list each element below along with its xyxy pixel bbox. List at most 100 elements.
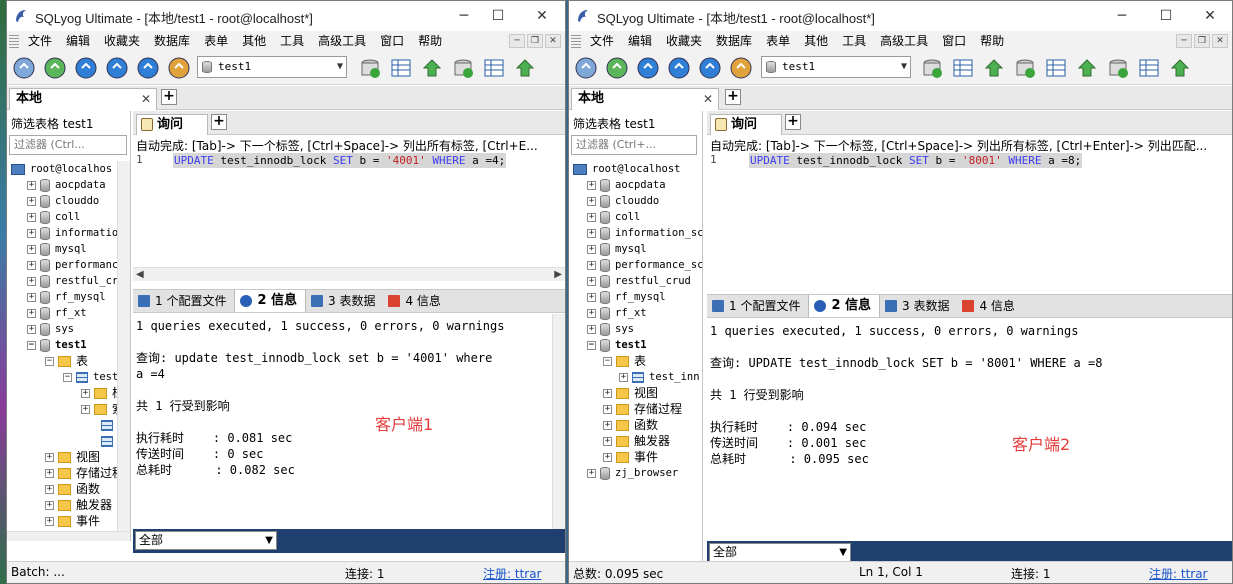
menu-item[interactable]: 收藏夹 — [659, 31, 709, 51]
object-tree-vscrollbar[interactable] — [117, 161, 130, 531]
expand-icon[interactable]: + — [45, 469, 54, 478]
sql-statement[interactable]: UPDATE test_innodb_lock SET b = '8001' W… — [749, 153, 1083, 168]
result-tab[interactable]: 3 表数据 — [306, 290, 383, 312]
toolbar-button-icon[interactable] — [697, 55, 723, 81]
expand-icon[interactable]: + — [587, 228, 596, 238]
tree-node[interactable]: + 事件 — [603, 449, 658, 465]
title-bar[interactable]: SQLyog Ultimate - [本地/test1 - root@local… — [7, 1, 565, 31]
mdi-close-button[interactable]: ✕ — [545, 34, 561, 48]
result-filter-select[interactable]: 全部 ▼ — [135, 531, 277, 550]
close-tab-icon[interactable]: ✕ — [703, 89, 713, 109]
toolbar-button-icon[interactable] — [1074, 55, 1100, 81]
tree-node[interactable]: + coll — [27, 209, 80, 225]
result-tab[interactable]: 1 个配置文件 — [133, 290, 234, 312]
toolbar-button-icon[interactable] — [950, 55, 976, 81]
expand-icon[interactable]: + — [587, 180, 596, 190]
menu-item[interactable]: 其他 — [797, 31, 835, 51]
expand-icon[interactable]: + — [27, 324, 36, 334]
tree-node[interactable]: + performanc — [27, 257, 118, 273]
database-select[interactable]: test1 ▼ — [761, 56, 911, 78]
tree-node[interactable]: + test_inn — [619, 369, 700, 385]
sql-statement[interactable]: UPDATE test_innodb_lock SET b = '4001' W… — [173, 153, 507, 168]
close-button[interactable]: ✕ — [519, 1, 565, 31]
menu-item[interactable]: 帮助 — [411, 31, 449, 51]
toolbar-button-icon[interactable] — [73, 55, 99, 81]
collapse-icon[interactable]: − — [27, 340, 36, 350]
tree-node[interactable]: − 表 — [45, 353, 88, 369]
menu-item[interactable]: 数据库 — [709, 31, 759, 51]
tree-node[interactable]: + coll — [587, 209, 640, 225]
menu-item[interactable]: 表单 — [759, 31, 797, 51]
toolbar-button-icon[interactable] — [512, 55, 538, 81]
tree-node[interactable]: + restful_crud — [587, 273, 691, 289]
tree-node[interactable]: + informatio — [27, 225, 118, 241]
tree-node[interactable]: + aocpdata — [587, 177, 666, 193]
maximize-button[interactable]: ☐ — [1143, 1, 1189, 31]
tree-node[interactable]: + clouddo — [587, 193, 659, 209]
tree-node[interactable]: + performance_sch — [587, 257, 702, 273]
tree-node[interactable]: + information_sch — [587, 225, 702, 241]
result-tab[interactable]: 4 信息 — [957, 295, 1022, 317]
expand-icon[interactable]: + — [27, 244, 36, 254]
expand-icon[interactable]: + — [45, 517, 54, 526]
tree-node[interactable]: + 存储过程 — [603, 401, 682, 417]
tree-node[interactable] — [99, 417, 118, 433]
connection-tab[interactable]: 本地 ✕ — [9, 88, 157, 110]
menu-item[interactable]: 窗口 — [373, 31, 411, 51]
collapse-icon[interactable]: − — [603, 357, 612, 366]
expand-icon[interactable]: + — [619, 372, 628, 382]
maximize-button[interactable]: ☐ — [475, 1, 521, 31]
expand-icon[interactable]: + — [27, 196, 36, 206]
expand-icon[interactable]: + — [587, 324, 596, 334]
expand-icon[interactable]: + — [603, 389, 612, 398]
expand-icon[interactable]: + — [587, 260, 596, 270]
tree-node[interactable]: − test1 — [587, 337, 647, 353]
toolbar-button-icon[interactable] — [357, 55, 383, 81]
menu-item[interactable]: 窗口 — [935, 31, 973, 51]
tree-node[interactable]: + mysql — [27, 241, 87, 257]
tree-node[interactable]: + restful_cr — [27, 273, 118, 289]
toolbar-button-icon[interactable] — [388, 55, 414, 81]
tree-node[interactable]: root@localhost — [571, 161, 681, 177]
result-tab[interactable]: 3 表数据 — [880, 295, 957, 317]
tree-node[interactable]: + 视图 — [603, 385, 658, 401]
expand-icon[interactable]: + — [603, 437, 612, 446]
expand-icon[interactable]: + — [27, 180, 36, 190]
toolbar-button-icon[interactable] — [1012, 55, 1038, 81]
toolbar-button-icon[interactable] — [450, 55, 476, 81]
object-tree-hscrollbar[interactable] — [7, 531, 130, 541]
menu-item[interactable]: 编辑 — [59, 31, 97, 51]
new-connection-tab-button[interactable]: + — [161, 89, 177, 105]
tree-node[interactable]: root@localhos — [9, 161, 112, 177]
toolbar-button-icon[interactable] — [604, 55, 630, 81]
tree-node[interactable]: − test — [63, 369, 118, 385]
expand-icon[interactable]: + — [27, 212, 36, 222]
expand-icon[interactable]: + — [81, 405, 90, 414]
toolbar-button-icon[interactable] — [42, 55, 68, 81]
filter-input[interactable]: 过滤器 (Ctrl+... — [571, 135, 697, 155]
tree-node[interactable]: + sys — [27, 321, 74, 337]
sql-editor[interactable]: 1 UPDATE test_innodb_lock SET b = '8001'… — [707, 153, 1232, 289]
tree-node[interactable]: + mysql — [587, 241, 647, 257]
collapse-icon[interactable]: − — [45, 357, 54, 366]
close-tab-icon[interactable]: ✕ — [141, 89, 151, 109]
tree-node[interactable]: + 函数 — [45, 481, 100, 497]
close-button[interactable]: ✕ — [1187, 1, 1232, 31]
toolbar-button-icon[interactable] — [419, 55, 445, 81]
collapse-icon[interactable]: − — [587, 340, 596, 350]
database-select[interactable]: test1 ▼ — [197, 56, 347, 78]
registration-link[interactable]: 注册: ttrar — [1149, 565, 1208, 582]
tree-node[interactable]: + zj_browser — [587, 465, 678, 481]
menu-item[interactable]: 收藏夹 — [97, 31, 147, 51]
tree-node[interactable]: + rf_xt — [27, 305, 87, 321]
expand-icon[interactable]: + — [587, 468, 596, 478]
expand-icon[interactable]: + — [27, 276, 36, 286]
menu-item[interactable]: 高级工具 — [873, 31, 935, 51]
menu-item[interactable]: 高级工具 — [311, 31, 373, 51]
tree-node[interactable]: + 事件 — [45, 513, 100, 529]
expand-icon[interactable]: + — [603, 453, 612, 462]
tree-node[interactable]: + rf_mysql — [27, 289, 106, 305]
toolbar-button-icon[interactable] — [1043, 55, 1069, 81]
expand-icon[interactable]: + — [587, 308, 596, 318]
tree-node[interactable]: + 触发器 — [603, 433, 670, 449]
